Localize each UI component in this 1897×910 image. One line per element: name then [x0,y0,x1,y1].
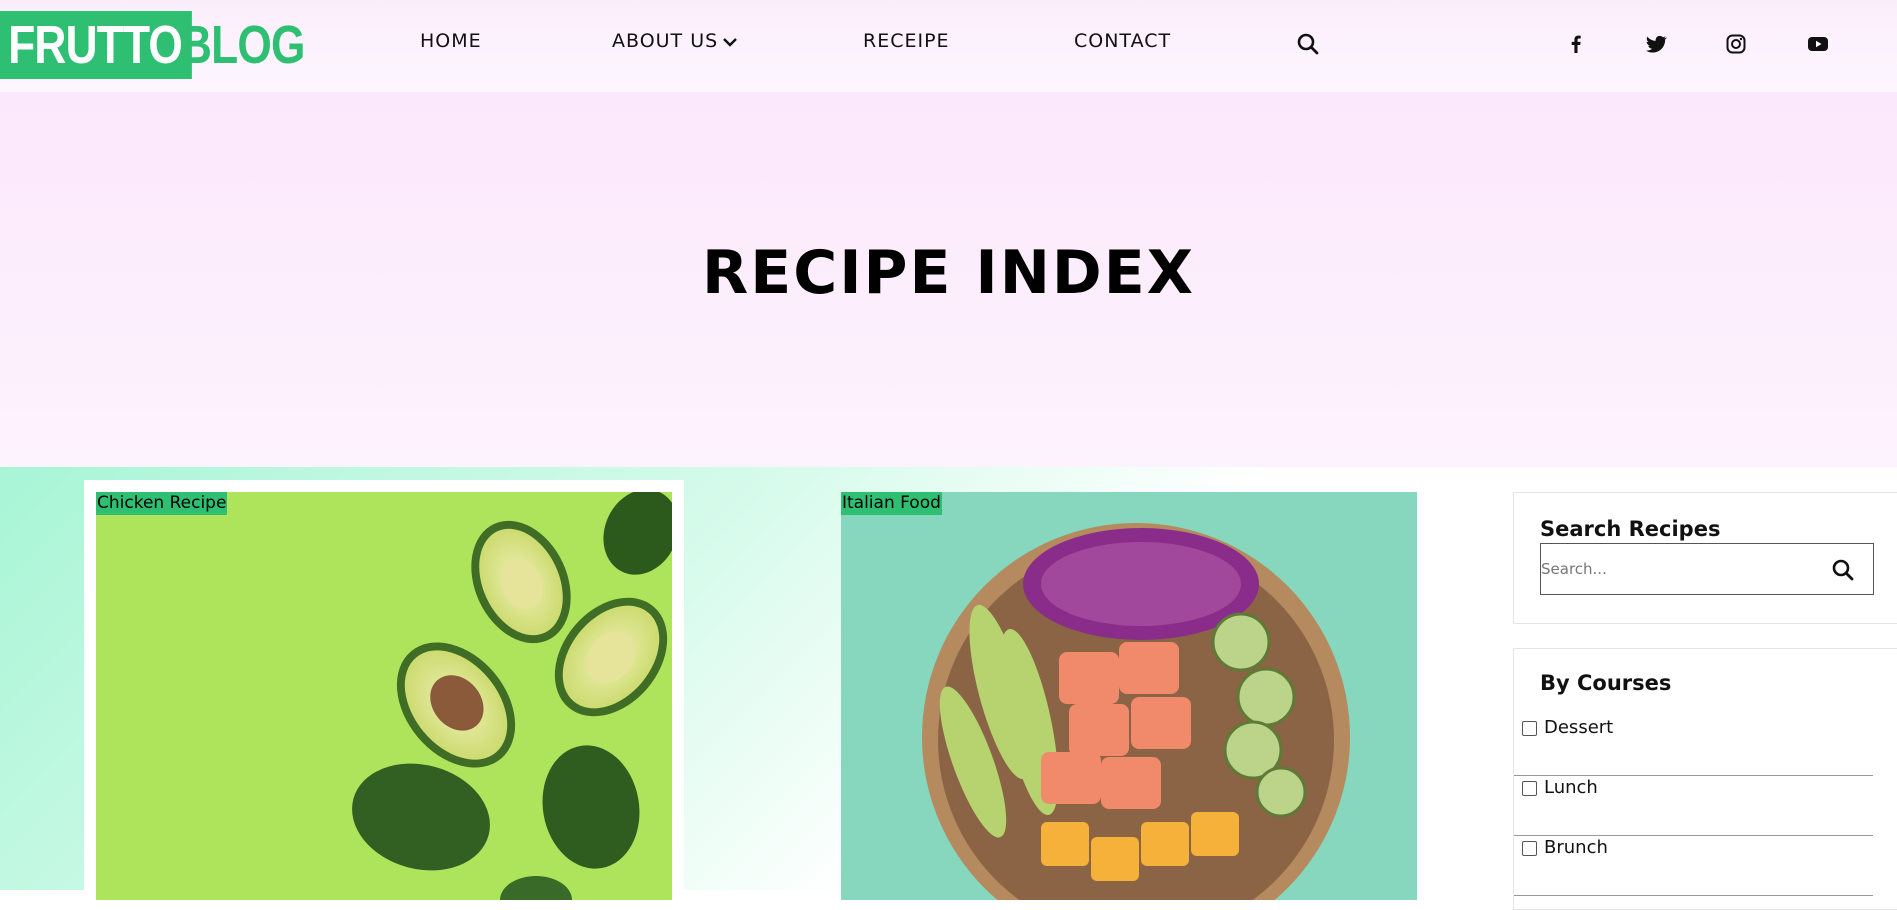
course-checkbox[interactable] [1522,721,1537,736]
by-courses-title: By Courses [1540,671,1672,695]
search-recipes-title: Search Recipes [1540,517,1721,541]
search-field [1540,543,1874,595]
search-input[interactable] [1541,544,1811,594]
search-recipes-widget: Search Recipes [1513,492,1897,624]
instagram-icon[interactable] [1724,32,1748,56]
nav-recipe[interactable]: RECEIPE [863,30,950,52]
course-option: Brunch [1514,835,1873,896]
recipe-card[interactable]: Italian Food [829,480,1429,900]
category-tag[interactable]: Chicken Recipe [96,492,228,515]
search-icon[interactable] [1831,558,1855,582]
nav-home[interactable]: HOME [420,30,482,52]
course-label: Brunch [1544,837,1608,858]
search-icon[interactable] [1296,32,1320,56]
course-label: Lunch [1544,777,1598,798]
category-tag[interactable]: Italian Food [841,492,942,515]
course-checkbox[interactable] [1522,841,1537,856]
site-logo[interactable]: FRUTTO BLOG [0,11,305,79]
logo-part2: BLOG [180,15,305,75]
course-option: Lunch [1514,775,1873,836]
by-courses-widget: By Courses Dessert Lunch Brunch [1513,648,1897,910]
twitter-icon[interactable] [1644,32,1668,56]
course-label: Dessert [1544,717,1614,738]
logo-part1: FRUTTO [0,11,192,79]
youtube-icon[interactable] [1806,32,1830,56]
nav-about-us-label: ABOUT US [612,30,719,52]
nav-about-us[interactable]: ABOUT US [612,30,738,52]
header: FRUTTO BLOG HOME ABOUT US RECEIPE CONTAC… [0,0,1897,92]
recipe-card[interactable]: Chicken Recipe [84,480,684,900]
nav-contact[interactable]: CONTACT [1074,30,1171,52]
facebook-icon[interactable] [1564,32,1588,56]
course-option: Dessert [1514,715,1873,776]
course-checkbox[interactable] [1522,781,1537,796]
chevron-down-icon [723,37,738,47]
recipe-image [841,492,1417,900]
recipe-image [96,492,672,900]
page-title: RECIPE INDEX [702,238,1195,308]
